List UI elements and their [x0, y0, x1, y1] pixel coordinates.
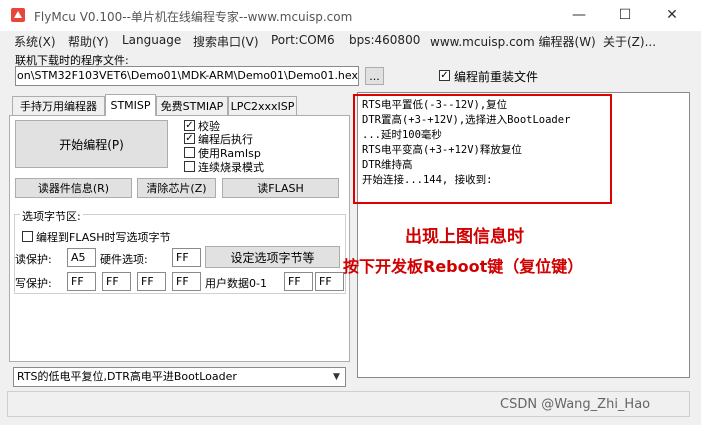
run-after-checkbox[interactable]: ✓ — [184, 133, 195, 144]
write-option-checkbox[interactable] — [22, 231, 33, 242]
chevron-down-icon[interactable]: ▼ — [328, 368, 345, 386]
menu-port[interactable]: Port:COM6 — [271, 33, 335, 47]
app-icon — [11, 8, 25, 22]
tab-handheld[interactable]: 手持万用编程器 — [12, 96, 105, 115]
ramisp-checkbox[interactable] — [184, 147, 195, 158]
read-info-button[interactable]: 读器件信息(R) — [15, 178, 132, 198]
option-bytes-label: 选项字节区: — [20, 208, 83, 224]
write-protect-field-3[interactable]: FF — [172, 272, 201, 291]
hw-option-label: 硬件选项: — [100, 253, 148, 266]
menu-help[interactable]: 帮助(Y) — [68, 33, 109, 50]
read-protect-label: 读保护: — [15, 253, 52, 266]
write-protect-field-2[interactable]: FF — [137, 272, 166, 291]
browse-button[interactable]: ... — [365, 67, 384, 85]
reload-label: 编程前重装文件 — [454, 70, 539, 84]
menu-search-port[interactable]: 搜索串口(V) — [193, 33, 259, 50]
maximize-button[interactable]: ☐ — [605, 3, 645, 27]
window-title: FlyMcu V0.100--单片机在线编程专家--www.mcuisp.com — [34, 10, 353, 24]
write-protect-field-1[interactable]: FF — [102, 272, 131, 291]
reset-mode-value: RTS的低电平复位,DTR高电平进BootLoader — [17, 370, 237, 383]
highlight-box — [353, 94, 612, 204]
annotation-line-2: 按下开发板Reboot键（复位键） — [343, 257, 584, 276]
menu-baud[interactable]: bps:460800 — [349, 33, 420, 47]
minimize-button[interactable]: — — [559, 3, 599, 27]
user-data-field-0[interactable]: FF — [284, 272, 313, 291]
continuous-checkbox[interactable] — [184, 161, 195, 172]
write-option-label: 编程到FLASH时写选项字节 — [36, 231, 171, 244]
watermark: CSDN @Wang_Zhi_Hao — [500, 397, 651, 412]
user-data-field-1[interactable]: FF — [315, 272, 344, 291]
tab-stmiap[interactable]: 免费STMIAP — [156, 96, 228, 115]
file-path-field[interactable]: SmartUnion\STM32F103VET6\Demo01\MDK-ARM\… — [15, 66, 359, 86]
menu-system[interactable]: 系统(X) — [14, 33, 56, 50]
user-data-label: 用户数据0-1 — [205, 277, 267, 290]
annotation-line-1: 出现上图信息时 — [405, 227, 524, 247]
menu-programmer[interactable]: www.mcuisp.com 编程器(W) — [430, 33, 596, 50]
verify-checkbox[interactable]: ✓ — [184, 120, 195, 131]
menu-about[interactable]: 关于(Z)... — [603, 33, 656, 50]
reload-checkbox[interactable]: ✓ — [439, 70, 450, 81]
file-path-text: SmartUnion\STM32F103VET6\Demo01\MDK-ARM\… — [15, 69, 358, 82]
tab-stmisp[interactable]: STMISP — [105, 94, 156, 116]
write-protect-field-0[interactable]: FF — [67, 272, 96, 291]
continuous-label: 连续烧录模式 — [198, 161, 264, 174]
hw-option-field[interactable]: FF — [172, 248, 201, 267]
reset-mode-select[interactable]: RTS的低电平复位,DTR高电平进BootLoader — [13, 367, 346, 387]
erase-chip-button[interactable]: 清除芯片(Z) — [137, 178, 216, 198]
tab-lpc[interactable]: LPC2xxxISP — [228, 96, 297, 115]
close-button[interactable]: ✕ — [652, 3, 692, 27]
start-program-button[interactable]: 开始编程(P) — [15, 120, 168, 168]
menu-language[interactable]: Language — [122, 33, 181, 47]
write-protect-label: 写保护: — [15, 277, 52, 290]
set-options-button[interactable]: 设定选项字节等 — [205, 246, 340, 268]
read-protect-field[interactable]: A5 — [67, 248, 96, 267]
read-flash-button[interactable]: 读FLASH — [222, 178, 339, 198]
